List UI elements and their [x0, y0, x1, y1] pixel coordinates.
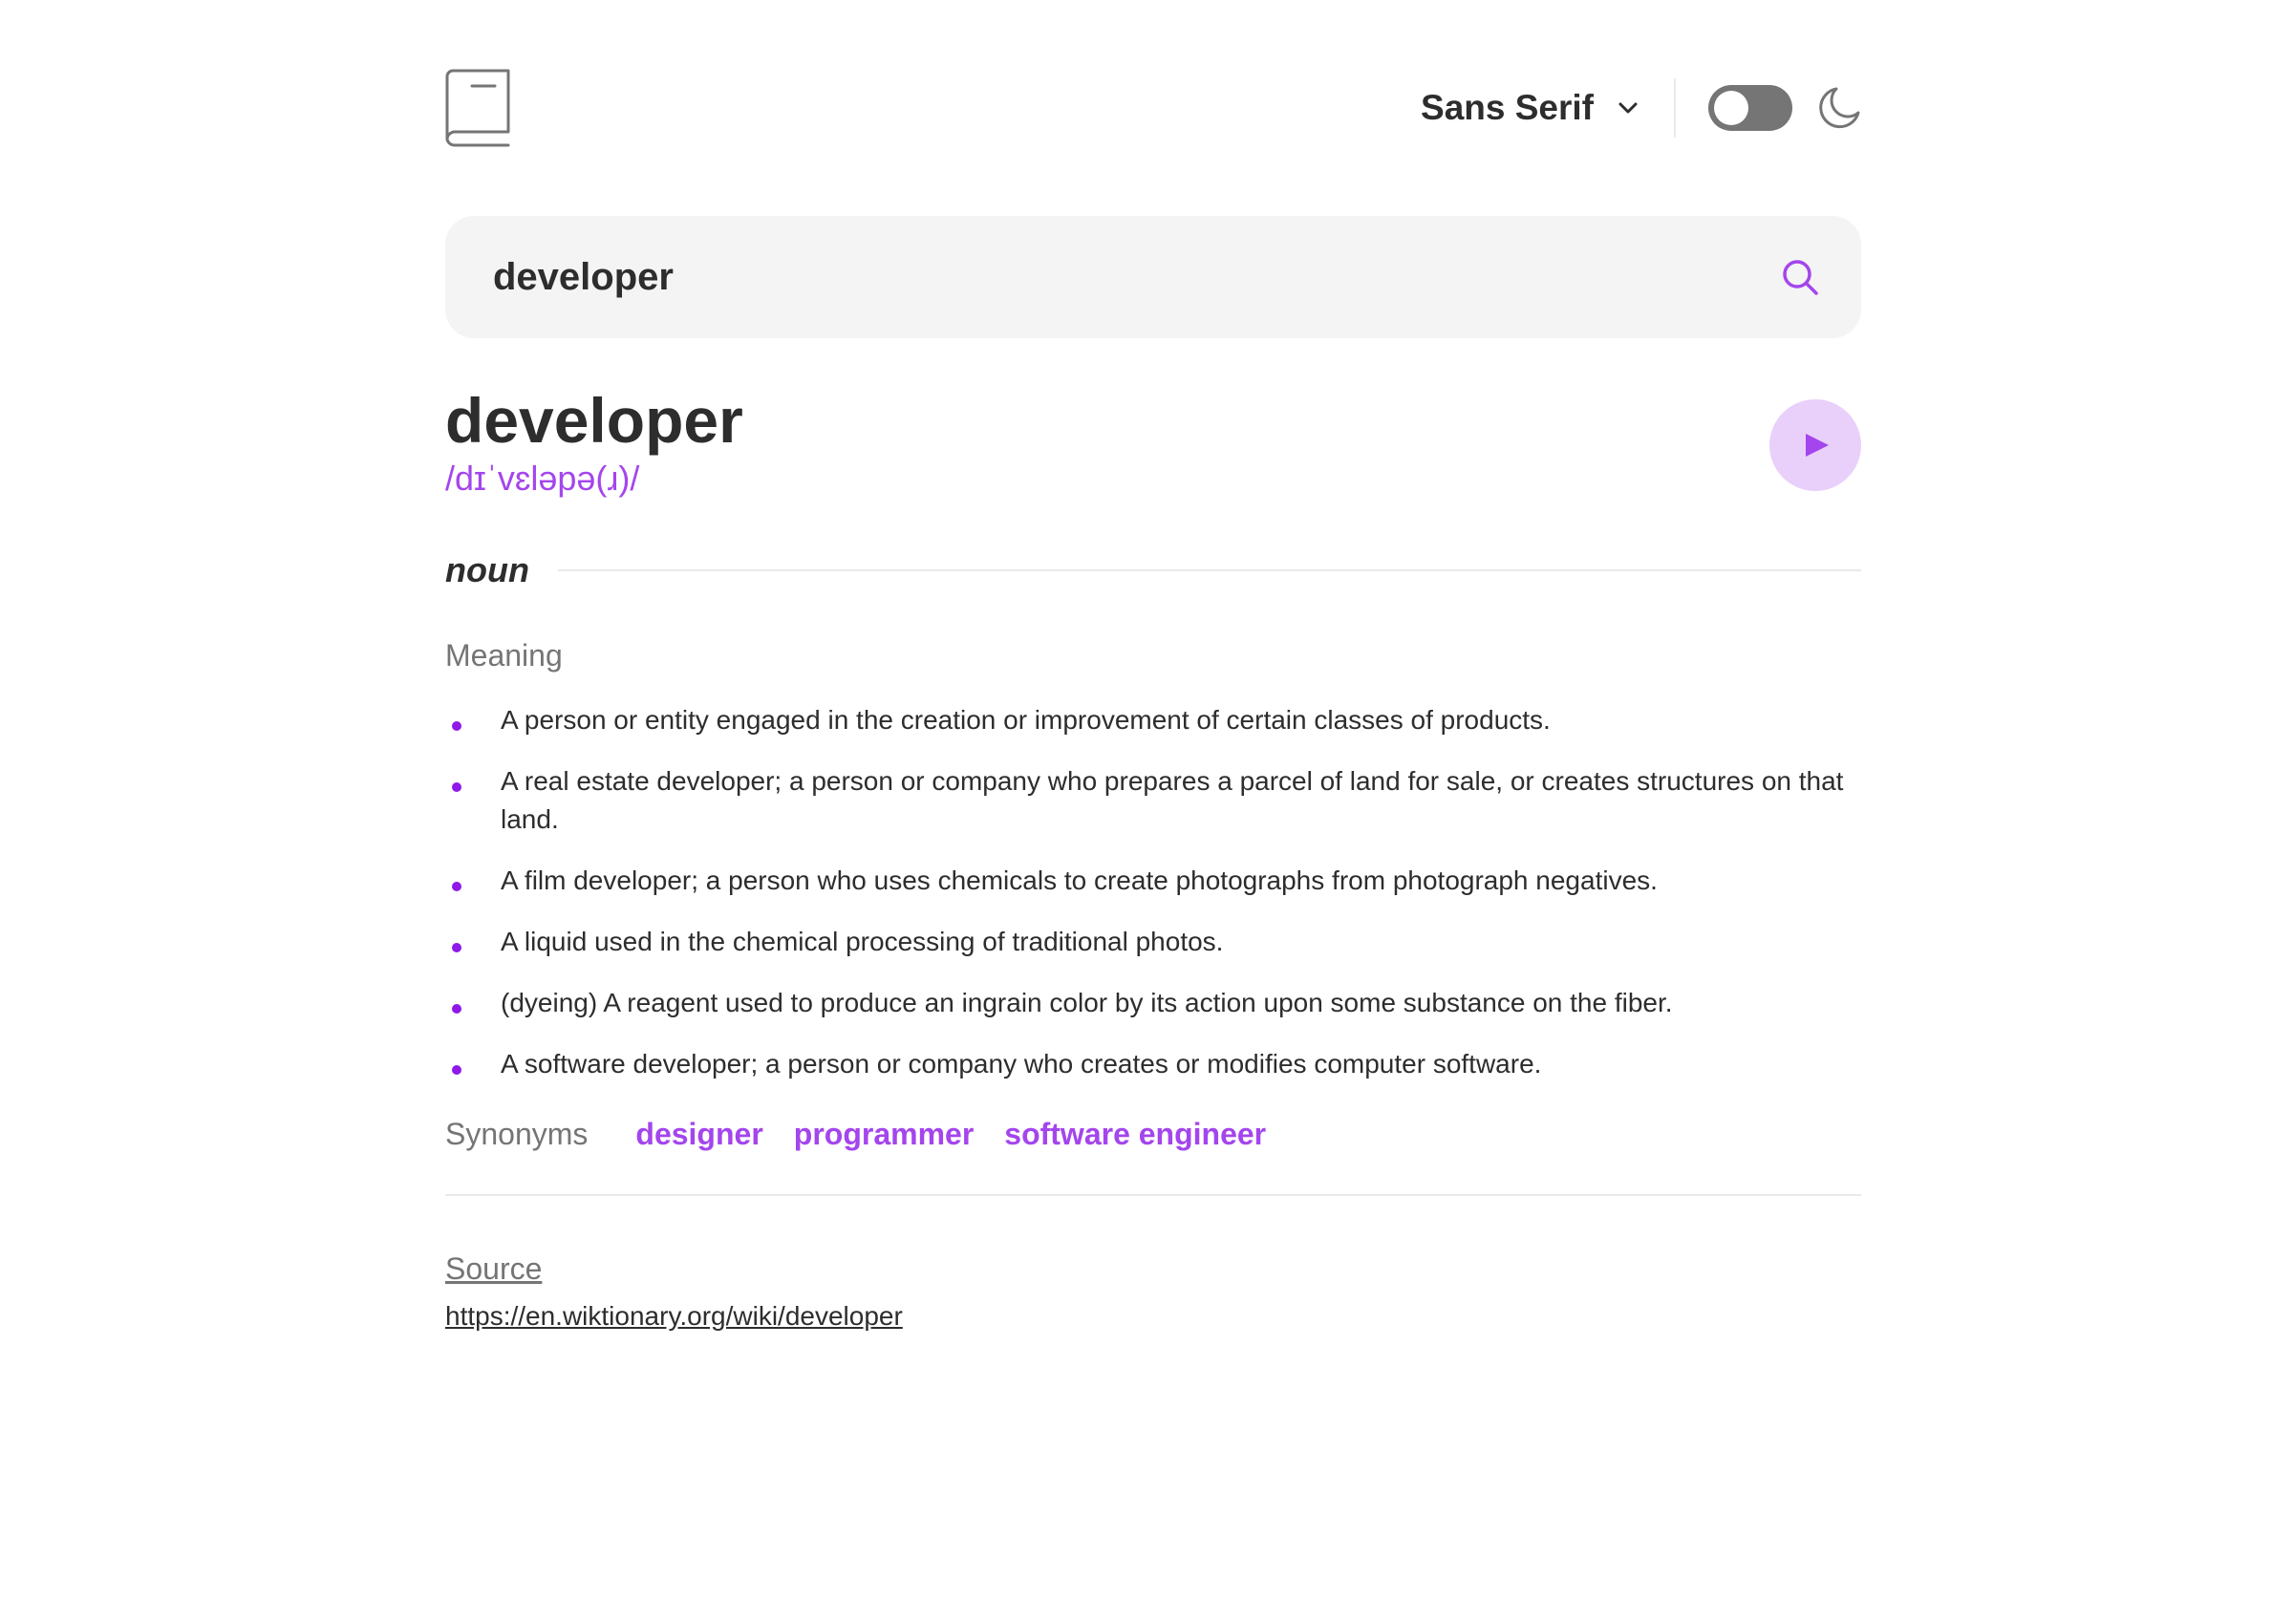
play-icon: [1806, 434, 1829, 457]
meaning-heading: Meaning: [445, 638, 563, 673]
synonyms-row: Synonyms designer programmer software en…: [445, 1110, 1297, 1158]
synonym-link[interactable]: designer: [635, 1117, 762, 1152]
definition-item: A liquid used in the chemical processing…: [445, 923, 1861, 961]
synonym-link[interactable]: programmer: [794, 1117, 975, 1152]
search-bar: [445, 216, 1861, 338]
moon-icon: [1819, 87, 1860, 129]
header-controls: Sans Serif: [1421, 78, 1861, 138]
font-selector[interactable]: Sans Serif: [1421, 88, 1639, 128]
word-title: developer: [445, 385, 743, 456]
dictionary-page: Sans Serif developer /dɪˈvɛləpə(ɹ)/: [445, 0, 1861, 1331]
definition-item: A software developer; a person or compan…: [445, 1045, 1861, 1083]
play-audio-button[interactable]: [1769, 399, 1861, 491]
phonetic: /dɪˈvɛləpə(ɹ)/: [445, 459, 640, 498]
part-of-speech-row: noun: [445, 545, 1861, 596]
search-icon[interactable]: [1781, 258, 1819, 296]
font-selector-label: Sans Serif: [1421, 88, 1594, 127]
section-divider: [445, 1194, 1861, 1196]
definition-item: A film developer; a person who uses chem…: [445, 862, 1861, 900]
definition-item: A person or entity engaged in the creati…: [445, 701, 1861, 739]
part-of-speech-divider: [557, 569, 1861, 571]
definitions-list: A person or entity engaged in the creati…: [445, 701, 1861, 1106]
definition-item: (dyeing) A reagent used to produce an in…: [445, 984, 1861, 1022]
synonym-link[interactable]: software engineer: [1004, 1117, 1266, 1152]
header-divider: [1674, 78, 1676, 138]
header: Sans Serif: [445, 0, 1861, 216]
synonyms-label: Synonyms: [445, 1116, 589, 1151]
source-link[interactable]: https://en.wiktionary.org/wiki/developer: [445, 1297, 903, 1336]
search-input[interactable]: [493, 216, 1735, 338]
definition-item: A real estate developer; a person or com…: [445, 762, 1861, 839]
part-of-speech: noun: [445, 550, 529, 589]
book-icon[interactable]: [445, 69, 512, 147]
source-label: Source: [445, 1251, 543, 1286]
chevron-down-icon: [1618, 101, 1639, 115]
theme-toggle[interactable]: [1708, 85, 1792, 131]
toggle-knob: [1714, 91, 1748, 125]
